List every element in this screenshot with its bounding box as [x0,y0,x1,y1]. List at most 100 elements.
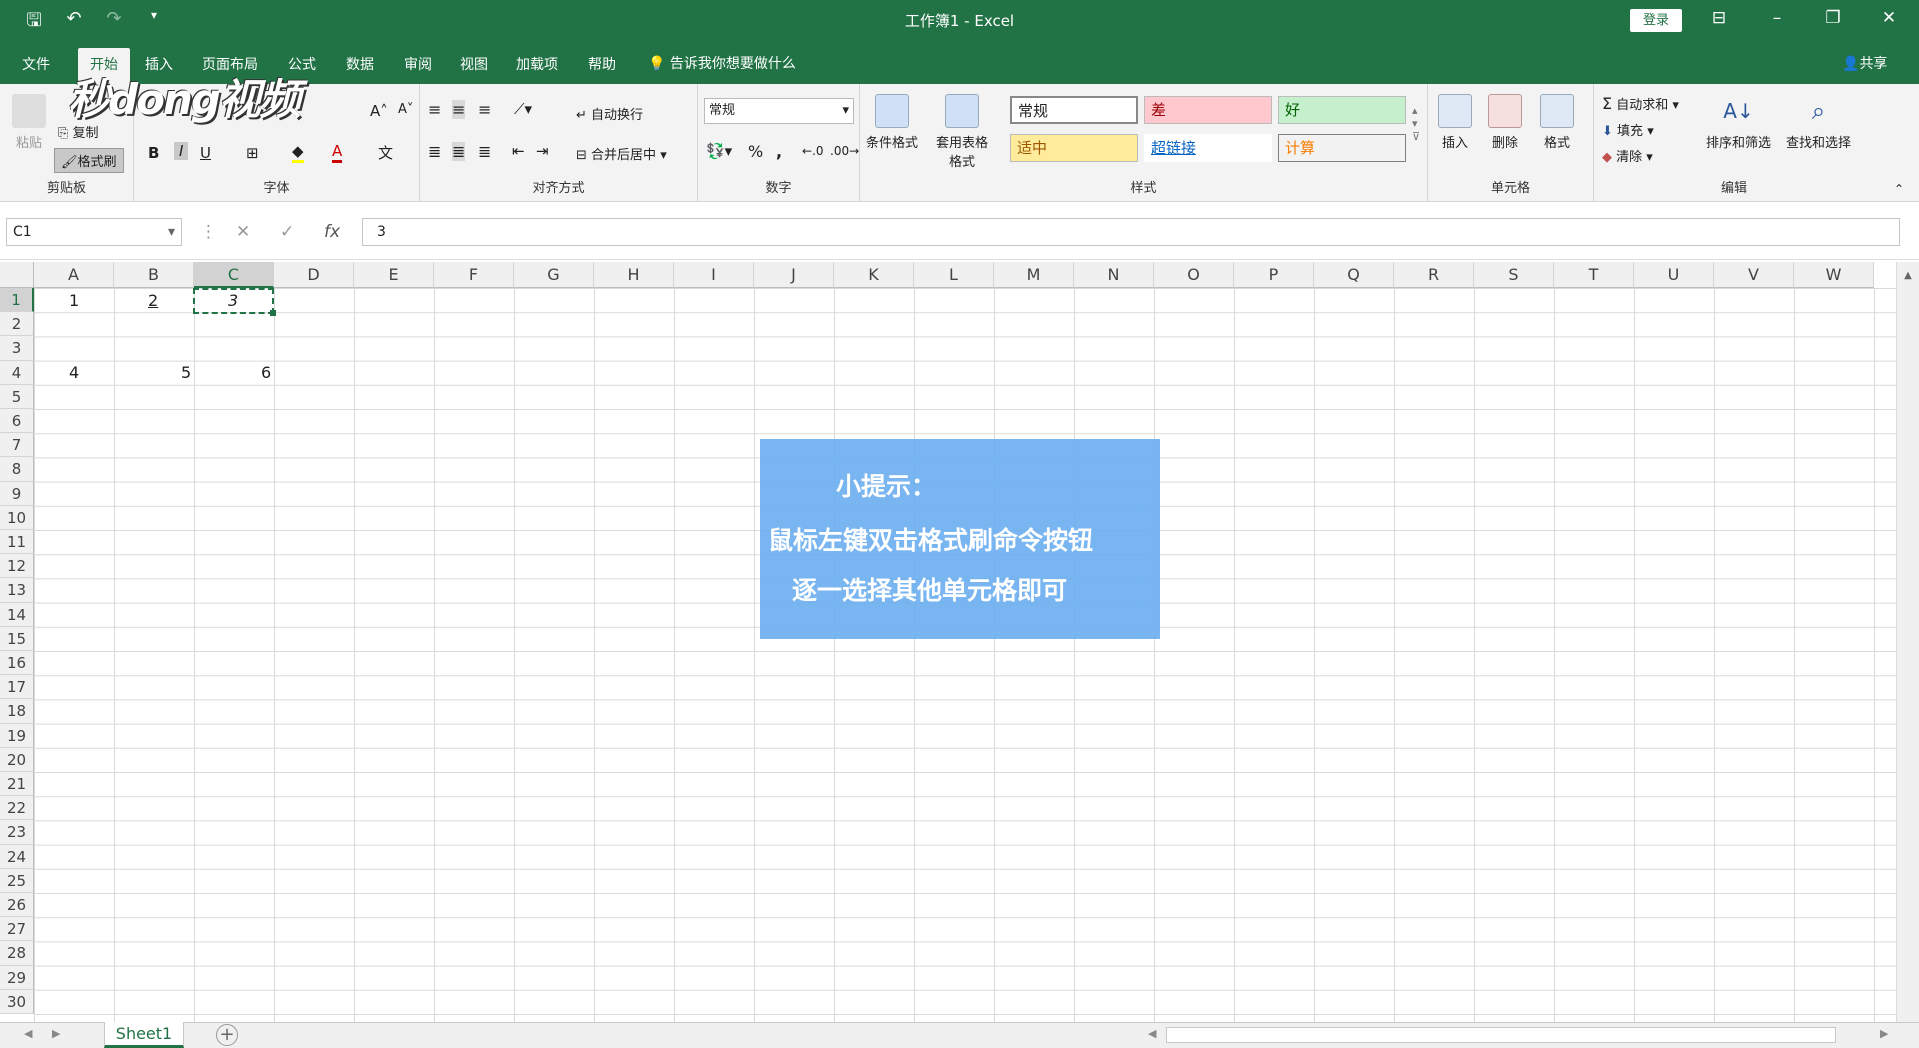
conditional-format-button[interactable]: 条件格式 [866,94,918,151]
tab-addins[interactable]: 加载项 [516,54,558,74]
format-cells-button[interactable]: 格式 [1540,94,1574,151]
sigma-icon: Σ [1602,94,1613,113]
share-label: 共享 [1859,56,1888,72]
tab-data[interactable]: 数据 [346,54,374,74]
shrink-font-icon[interactable]: A˅ [398,102,413,117]
find-select-label: 查找和选择 [1786,136,1852,151]
cancel-icon[interactable]: ✕ [236,222,250,242]
align-top-icon[interactable]: ≡ [428,100,441,119]
formula-bar: C1 ▾ ⋮ ✕ ✓ fx 3 [0,204,1919,260]
more-icon: ⋮ [200,222,217,242]
confirm-icon[interactable]: ✓ [280,222,294,242]
percent-button[interactable]: % [748,142,763,161]
close-icon[interactable]: ✕ [1874,8,1904,28]
style-good[interactable]: 好 [1278,96,1406,124]
vertical-scrollbar[interactable]: ▲ [1896,262,1919,1022]
share-button[interactable]: 👤共享 [1842,53,1887,73]
tell-me-label: 告诉我你想要做什么 [669,56,796,72]
number-group-label: 数字 [765,181,792,196]
sort-filter-icon: A↓ [1723,99,1754,123]
cell-A1[interactable]: 1 [69,290,79,312]
prev-sheet-icon[interactable]: ◀ [24,1027,32,1040]
name-box[interactable]: C1 ▾ [6,218,182,246]
brush-icon: 🖌 [61,155,78,170]
comma-button[interactable]: , [776,142,782,161]
tip-box: 小提示： 鼠标左键双击格式刷命令按钮 逐一选择其他单元格即可 [760,439,1160,639]
style-bad[interactable]: 差 [1144,96,1272,124]
style-hyperlink[interactable]: 超链接 [1144,134,1272,162]
conditional-format-label: 条件格式 [866,136,919,151]
paste-button[interactable]: 粘贴 [12,94,46,151]
person-icon: 👤 [1842,56,1860,72]
tab-review[interactable]: 审阅 [404,54,432,74]
tip-title: 小提示： [836,472,937,501]
style-calc[interactable]: 计算 [1278,134,1406,162]
decrease-indent-icon[interactable]: ⇤ [512,142,525,160]
orientation-icon[interactable]: ⟋▾ [514,100,532,118]
align-middle-icon[interactable]: ≡ [452,100,466,119]
insert-function-icon[interactable]: fx [324,222,340,242]
styles-scroll-icon[interactable]: ▴ ▾ ⊽ [1412,104,1420,143]
ribbon-display-icon[interactable]: ⊟ [1704,8,1734,28]
cell-B1[interactable]: 2 [148,290,158,312]
sort-filter-button[interactable]: A↓ 排序和筛选 [1706,94,1771,151]
tell-me-search[interactable]: 💡 告诉我你想要做什么 [648,53,796,73]
scroll-right-icon[interactable]: ▶ [1880,1027,1888,1040]
cell-A4[interactable]: 4 [69,362,79,384]
increase-decimal-icon[interactable]: ←.0 [802,144,824,158]
align-center-icon[interactable]: ≣ [452,142,466,161]
find-select-button[interactable]: ⌕ 查找和选择 [1786,94,1851,151]
worksheet-grid[interactable]: ABCDEFGHIJKLMNOPQRSTUVW 1 2 3 4 5 6 7 8 9 10 11 12 1… [0,262,1919,1024]
format-painter-button[interactable]: 🖌格式刷 [54,148,124,173]
tab-view[interactable]: 视图 [460,54,488,74]
align-right-icon[interactable]: ≣ [478,142,491,161]
align-left-icon[interactable]: ≣ [428,142,441,161]
wrap-text-button[interactable]: ↵ 自动换行 [576,104,643,123]
underline-button[interactable]: U [200,144,211,162]
grow-font-icon[interactable]: A˄ [370,102,388,120]
increase-indent-icon[interactable]: ⇥ [536,142,549,160]
font-color-icon[interactable]: A [332,142,343,163]
insert-cells-button[interactable]: 插入 [1438,94,1472,151]
conditional-format-icon [875,94,909,128]
cell-B4[interactable]: 5 [181,362,191,384]
fill-color-icon[interactable]: ◆ [292,142,304,163]
cell-C4[interactable]: 6 [261,362,271,384]
clear-button[interactable]: ◆ 清除 ▾ [1602,146,1653,165]
search-icon: ⌕ [1811,97,1826,125]
phonetic-icon[interactable]: 文 [378,142,393,163]
bold-button[interactable]: B [148,144,159,162]
decrease-decimal-icon[interactable]: .00→ [830,144,859,158]
style-neutral[interactable]: 适中 [1010,134,1138,162]
number-format-dropdown[interactable]: 常规 ▾ [704,98,854,124]
currency-icon[interactable]: 💱▾ [706,142,732,160]
sheet-tab-sheet1[interactable]: Sheet1 [104,1022,184,1048]
copy-label: 复制 [72,126,99,141]
cell-C1[interactable]: 3 [228,290,238,312]
delete-cells-button[interactable]: 删除 [1488,94,1522,151]
restore-icon[interactable]: ❐ [1818,8,1848,28]
next-sheet-icon[interactable]: ▶ [52,1027,60,1040]
italic-button[interactable]: I [174,142,189,160]
autosum-button[interactable]: Σ 自动求和 ▾ [1602,94,1679,113]
collapse-ribbon-icon[interactable]: ⌃ [1894,182,1904,196]
horizontal-scrollbar[interactable] [1166,1027,1836,1043]
border-icon[interactable]: ⊞ [246,144,259,162]
fill-button[interactable]: ⬇ 填充 ▾ [1602,120,1654,139]
login-button[interactable]: 登录 [1630,9,1682,32]
tab-file[interactable]: 文件 [22,54,50,74]
align-bottom-icon[interactable]: ≡ [478,100,491,119]
formula-input[interactable]: 3 [362,218,1900,246]
scroll-left-icon[interactable]: ◀ [1148,1027,1156,1040]
tab-help[interactable]: 帮助 [588,54,616,74]
format-as-table-button[interactable]: 套用表格格式 [930,94,994,170]
format-as-table-label: 套用表格格式 [935,136,988,170]
delete-cells-icon [1488,94,1522,128]
minimize-icon[interactable]: – [1762,8,1792,28]
tip-line-1: 鼠标左键双击格式刷命令按钮 [768,526,1094,555]
style-normal[interactable]: 常规 [1010,96,1138,124]
merge-center-button[interactable]: ⊟ 合并后居中 ▾ [576,144,667,163]
scroll-up-icon[interactable]: ▲ [1897,270,1919,281]
add-sheet-icon[interactable]: + [216,1024,238,1046]
fill-handle[interactable] [270,310,276,316]
